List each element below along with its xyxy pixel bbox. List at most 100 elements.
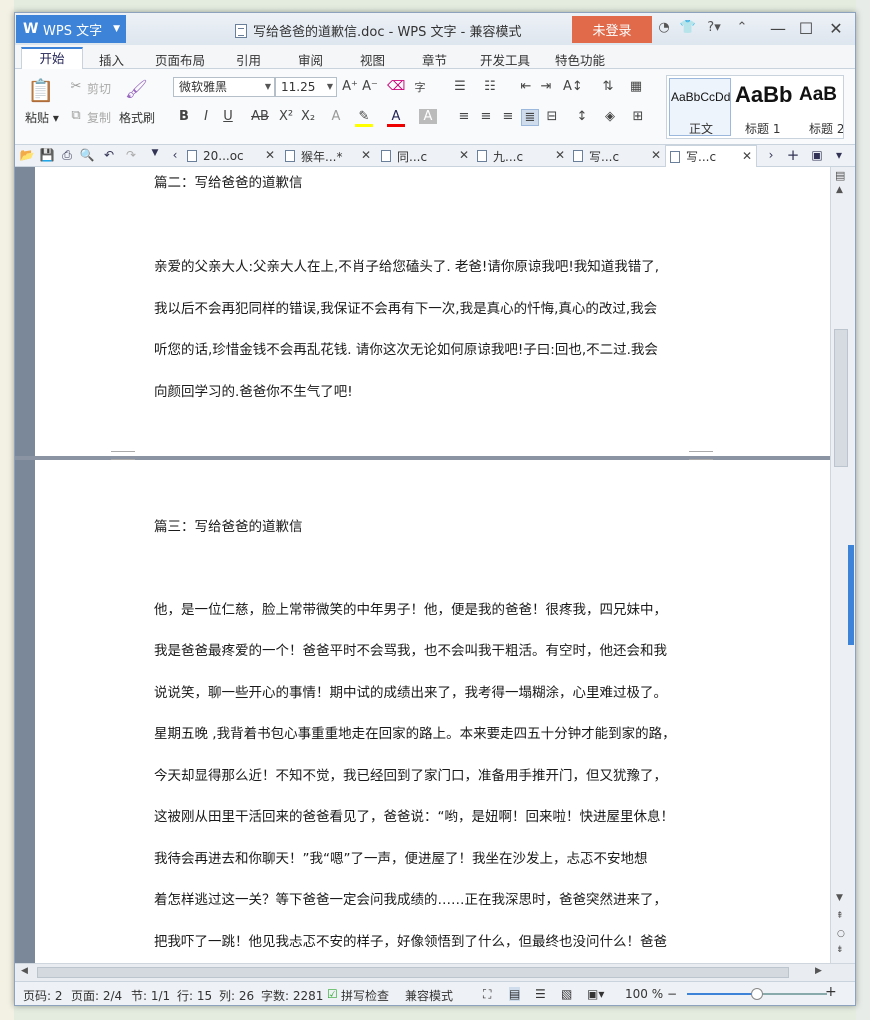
close-tab-icon[interactable]: ✕ <box>459 148 469 162</box>
copy-button[interactable]: 复制 <box>87 109 111 126</box>
zoom-value[interactable]: 100 % <box>625 987 663 1001</box>
app-menu-button[interactable]: W WPS 文字 ▼ <box>16 15 126 43</box>
paragraph-shading-icon[interactable]: ◈ <box>601 109 619 124</box>
scroll-right-icon[interactable]: ▶ <box>815 966 822 976</box>
tab-review[interactable]: 审阅 <box>298 50 323 69</box>
style-heading1-label[interactable]: 标题 1 <box>745 120 780 137</box>
align-left-icon[interactable]: ≡ <box>455 109 473 124</box>
next-page-icon[interactable]: ⇟ <box>836 945 844 955</box>
customize-icon[interactable]: ▼ <box>147 148 163 158</box>
doc-tab[interactable]: 同...c ✕ <box>381 145 469 167</box>
font-size-select[interactable]: 11.25 ▼ <box>275 77 337 97</box>
paste-button[interactable]: 粘贴 ▾ <box>25 109 59 126</box>
strikethrough-icon[interactable]: AB <box>249 109 271 124</box>
pinyin-icon[interactable]: 字 <box>411 79 429 95</box>
scroll-left-icon[interactable]: ◀ <box>21 966 28 976</box>
doc-tab[interactable]: 20...oc ✕ <box>187 145 275 167</box>
collapse-ribbon-icon[interactable]: ⌃ <box>733 20 751 35</box>
zoom-out-icon[interactable]: − <box>667 987 677 1001</box>
grow-font-icon[interactable]: A⁺ <box>341 79 359 94</box>
tab-scroll-left-icon[interactable]: ‹ <box>167 148 183 162</box>
doc-tab-active[interactable]: 写...c ✕ <box>665 145 757 167</box>
split-view-icon[interactable]: ▤ <box>835 169 845 182</box>
subscript-icon[interactable]: X₂ <box>299 109 317 124</box>
style-heading2-label[interactable]: 标题 2 <box>809 120 843 137</box>
zoom-slider[interactable] <box>687 988 827 1000</box>
vertical-scroll-thumb[interactable] <box>834 329 848 467</box>
text-effect-icon[interactable]: A <box>327 109 345 124</box>
bullet-list-icon[interactable]: ☰ <box>451 79 469 94</box>
close-button[interactable]: ✕ <box>823 18 849 40</box>
skin-icon[interactable]: ◔ <box>655 20 673 35</box>
close-tab-icon[interactable]: ✕ <box>265 148 275 162</box>
undo-icon[interactable]: ↶ <box>101 148 117 162</box>
full-screen-icon[interactable]: ⛶ <box>483 987 491 1002</box>
outline-view-icon[interactable]: ☰ <box>535 987 546 1001</box>
zoom-in-icon[interactable]: + <box>825 984 837 1000</box>
table-icon[interactable]: ▦ <box>627 79 645 94</box>
italic-icon[interactable]: I <box>197 109 215 124</box>
scroll-up-icon[interactable]: ▲ <box>836 185 843 195</box>
close-tab-icon[interactable]: ✕ <box>361 148 371 162</box>
print-preview-icon[interactable]: 🔍 <box>79 148 95 162</box>
open-icon[interactable]: 📂 <box>19 148 35 162</box>
maximize-button[interactable]: ☐ <box>793 18 819 40</box>
bold-icon[interactable]: B <box>175 109 193 124</box>
tab-home[interactable]: 开始 <box>21 47 83 70</box>
font-name-select[interactable]: 微软雅黑 ▼ <box>173 77 275 97</box>
web-view-icon[interactable]: ▧ <box>561 987 572 1001</box>
doc-tab[interactable]: 猴年...* ✕ <box>285 145 371 167</box>
tab-insert[interactable]: 插入 <box>99 50 124 69</box>
underline-icon[interactable]: U <box>219 109 237 124</box>
decrease-indent-icon[interactable]: ⇤ <box>517 79 535 94</box>
document-editor[interactable]: 篇二：写给爸爸的道歉信 亲爱的父亲大人:父亲大人在上,不肖子给您磕头了. 老爸!… <box>15 167 830 963</box>
tab-view[interactable]: 视图 <box>360 50 385 69</box>
minimize-button[interactable]: — <box>765 18 791 40</box>
close-tab-icon[interactable]: ✕ <box>742 149 752 163</box>
style-normal-label[interactable]: 正文 <box>689 120 713 137</box>
tab-developer[interactable]: 开发工具 <box>480 50 530 69</box>
scroll-down-icon[interactable]: ▼ <box>836 893 843 903</box>
superscript-icon[interactable]: X² <box>277 109 295 124</box>
save-icon[interactable]: 💾 <box>39 148 55 162</box>
align-center-icon[interactable]: ≡ <box>477 109 495 124</box>
close-tab-icon[interactable]: ✕ <box>651 148 661 162</box>
status-page[interactable]: 页面: 2/4 <box>71 987 122 1004</box>
line-spacing-icon[interactable]: ↕ <box>573 109 591 124</box>
redo-icon[interactable]: ↷ <box>123 148 139 162</box>
increase-indent-icon[interactable]: ⇥ <box>537 79 555 94</box>
distribute-icon[interactable]: ⊟ <box>543 109 561 124</box>
login-button[interactable]: 未登录 <box>572 16 652 43</box>
font-color-icon[interactable]: A <box>387 109 405 127</box>
tab-list-icon[interactable]: ▣ <box>809 148 825 162</box>
clear-format-icon[interactable]: ⌫ <box>387 79 405 94</box>
paste-icon[interactable]: 📋 <box>27 79 55 104</box>
shrink-font-icon[interactable]: A⁻ <box>361 79 379 94</box>
borders-icon[interactable]: ⊞ <box>629 109 647 124</box>
browse-object-icon[interactable]: ○ <box>837 929 845 939</box>
doc-tab[interactable]: 九...c ✕ <box>477 145 565 167</box>
tab-menu-icon[interactable]: ▾ <box>831 148 847 162</box>
tab-scroll-right-icon[interactable]: › <box>763 148 779 162</box>
close-tab-icon[interactable]: ✕ <box>555 148 565 162</box>
zoom-slider-knob[interactable] <box>751 988 763 1000</box>
horizontal-scrollbar[interactable]: ◀ ▶ <box>15 963 855 981</box>
highlight-icon[interactable]: ✎ <box>355 109 373 127</box>
horizontal-scroll-thumb[interactable] <box>37 967 789 978</box>
page-view-icon[interactable]: ▤ <box>509 987 521 1001</box>
tab-features[interactable]: 特色功能 <box>555 50 605 69</box>
print-icon[interactable]: ⎙ <box>59 148 75 163</box>
numbered-list-icon[interactable]: ☷ <box>481 79 499 94</box>
tab-references[interactable]: 引用 <box>236 50 261 69</box>
tab-page-layout[interactable]: 页面布局 <box>155 50 205 69</box>
sort-icon[interactable]: ⇅ <box>599 79 617 94</box>
page[interactable]: 篇二：写给爸爸的道歉信 亲爱的父亲大人:父亲大人在上,不肖子给您磕头了. 老爸!… <box>35 167 830 456</box>
prev-page-icon[interactable]: ⇞ <box>836 911 844 921</box>
char-scale-icon[interactable]: A↕ <box>563 79 583 94</box>
align-right-icon[interactable]: ≡ <box>499 109 517 124</box>
style-normal-preview[interactable]: AaBbCcDd <box>671 90 730 104</box>
help-button[interactable]: ?▾ <box>703 20 725 35</box>
doc-tab[interactable]: 写...c ✕ <box>573 145 661 167</box>
cut-button[interactable]: 剪切 <box>87 80 111 97</box>
char-shading-icon[interactable]: A <box>419 109 437 124</box>
